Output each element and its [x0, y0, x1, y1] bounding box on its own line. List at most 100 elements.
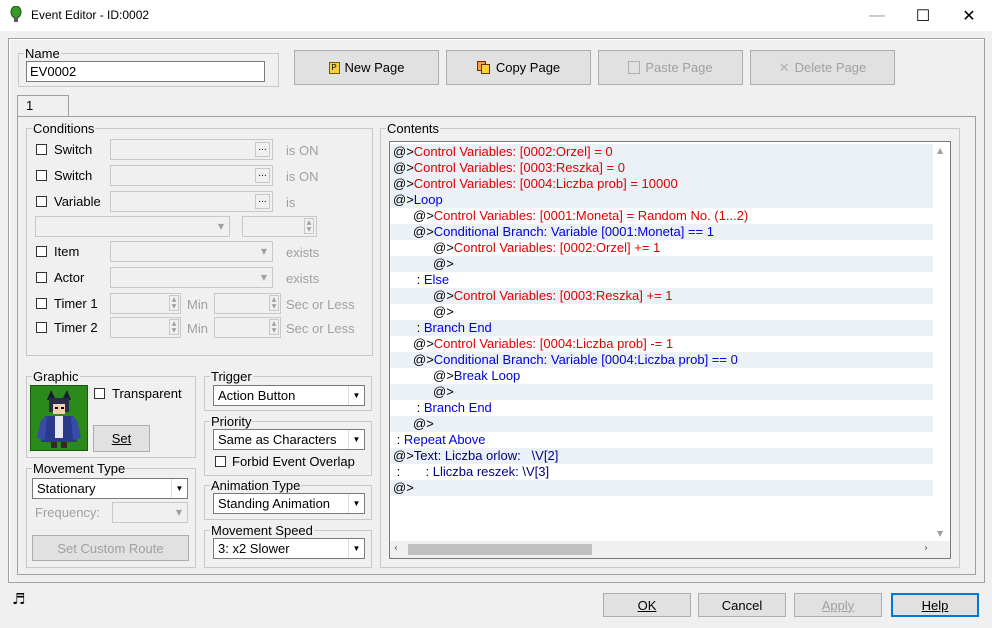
paste-page-icon [628, 61, 641, 74]
spinner-arrows-icon: ▲ ▼ [269, 319, 279, 335]
forbid-overlap-checkbox[interactable] [215, 456, 226, 467]
movement-type-select[interactable]: Stationary ▼ [32, 478, 188, 499]
command-line[interactable]: @> [433, 384, 454, 400]
trigger-select[interactable]: Action Button ▼ [213, 385, 365, 406]
timer2-sec-spinner[interactable]: ▲ ▼ [214, 317, 281, 338]
horizontal-scrollbar[interactable]: ‹ › [390, 541, 950, 558]
command-prefix: @> [413, 224, 434, 239]
command-line[interactable]: @>Control Variables: [0002:Orzel] = 0 [393, 144, 613, 160]
paste-page-label: Paste Page [645, 60, 713, 75]
command-line[interactable]: @>Control Variables: [0001:Moneta] = Ran… [413, 208, 748, 224]
chevron-down-icon: ▼ [175, 508, 183, 517]
movement-speed-select[interactable]: 3: x2 Slower ▼ [213, 538, 365, 559]
command-line[interactable]: @>Text: Liczba orlow: \V[2] [393, 448, 558, 464]
command-line[interactable]: @> [393, 480, 414, 496]
command-line[interactable]: : : Lliczba reszek: \V[3] [393, 464, 549, 480]
switch1-field[interactable]: ... [110, 139, 273, 160]
copy-page-button[interactable]: Copy Page [446, 50, 591, 85]
variable-checkbox[interactable] [36, 196, 47, 207]
item-select[interactable]: ▼ [110, 241, 273, 262]
variable-operator-select[interactable]: ▼ [35, 216, 230, 237]
window-title: Event Editor - ID:0002 [31, 8, 150, 22]
command-line[interactable]: : Else [413, 272, 450, 288]
frequency-select[interactable]: ▼ [112, 502, 188, 523]
set-graphic-button[interactable]: Set [93, 425, 150, 452]
variable-browse-button[interactable]: ... [255, 194, 270, 209]
tab-page-1[interactable]: 1 [17, 95, 69, 117]
priority-select[interactable]: Same as Characters ▼ [213, 429, 365, 450]
minimize-button[interactable]: — [854, 0, 900, 31]
timer1-checkbox[interactable] [36, 298, 47, 309]
command-line[interactable]: @> [433, 256, 454, 272]
command-line[interactable]: : Branch End [413, 400, 492, 416]
title-bar: Event Editor - ID:0002 — ☐ ✕ [0, 0, 992, 31]
command-line[interactable]: @>Conditional Branch: Variable [0001:Mon… [413, 224, 714, 240]
command-line[interactable]: @>Control Variables: [0003:Reszka] += 1 [433, 288, 673, 304]
event-command-list[interactable]: @>Control Variables: [0002:Orzel] = 0 @>C… [389, 141, 951, 559]
transparent-checkbox[interactable] [94, 388, 105, 399]
switch2-checkbox[interactable] [36, 170, 47, 181]
command-prefix: @> [433, 240, 454, 255]
command-line[interactable]: @> [433, 304, 454, 320]
command-line[interactable]: @>Conditional Branch: Variable [0004:Lic… [413, 352, 738, 368]
switch2-browse-button[interactable]: ... [255, 168, 270, 183]
apply-button[interactable]: Apply [794, 593, 882, 617]
timer2-checkbox[interactable] [36, 322, 47, 333]
timer2-min-spinner[interactable]: ▲ ▼ [110, 317, 181, 338]
timer2-sec-label: Sec or Less [286, 321, 355, 336]
command-line[interactable]: @>Control Variables: [0004:Liczba prob] … [393, 176, 678, 192]
command-prefix: @> [433, 304, 454, 319]
animation-type-select[interactable]: Standing Animation ▼ [213, 493, 365, 514]
command-line[interactable]: @> [413, 416, 434, 432]
name-label: Name [24, 46, 61, 61]
command-text: Control Variables: [0003:Reszka] += 1 [453, 288, 673, 303]
item-checkbox[interactable] [36, 246, 47, 257]
variable-value-spinner[interactable]: ▲ ▼ [242, 216, 317, 237]
command-text: Break Loop [453, 368, 521, 383]
paste-page-button[interactable]: Paste Page [598, 50, 743, 85]
scroll-left-icon: ‹ [394, 543, 398, 554]
horizontal-scroll-thumb[interactable] [408, 544, 592, 555]
close-button[interactable]: ✕ [946, 0, 992, 31]
cancel-button[interactable]: Cancel [698, 593, 786, 617]
timer1-min-label: Min [187, 297, 208, 312]
delete-page-button[interactable]: ✕ Delete Page [750, 50, 895, 85]
movement-speed-label: Movement Speed [210, 523, 314, 538]
command-line[interactable]: : Repeat Above [393, 432, 486, 448]
set-custom-route-button[interactable]: Set Custom Route [32, 535, 189, 561]
priority-label: Priority [210, 414, 253, 429]
new-page-button[interactable]: P New Page [294, 50, 439, 85]
character-sprite[interactable] [30, 385, 88, 451]
name-input[interactable] [26, 61, 265, 82]
switch1-label: Switch [54, 142, 93, 157]
switch1-checkbox[interactable] [36, 144, 47, 155]
music-note-icon[interactable]: ♬ [12, 590, 30, 608]
actor-checkbox[interactable] [36, 272, 47, 283]
command-line[interactable]: @>Loop [393, 192, 443, 208]
actor-select[interactable]: ▼ [110, 267, 273, 288]
command-prefix: : [413, 272, 424, 287]
switch1-browse-button[interactable]: ... [255, 142, 270, 157]
timer1-min-spinner[interactable]: ▲ ▼ [110, 293, 181, 314]
switch2-suffix: is ON [286, 169, 319, 184]
vertical-scrollbar[interactable]: ▲ ▼ [933, 142, 950, 542]
command-text: Control Variables: [0003:Reszka] = 0 [413, 160, 625, 175]
spinner-arrows-icon: ▲ ▼ [169, 295, 179, 311]
command-text: Text: Liczba orlow: \V[2] [413, 448, 559, 463]
movement-type-value: Stationary [37, 481, 96, 496]
maximize-button[interactable]: ☐ [900, 0, 946, 31]
command-line[interactable]: : Branch End [413, 320, 492, 336]
command-line[interactable]: @>Control Variables: [0002:Orzel] += 1 [433, 240, 660, 256]
command-prefix: @> [413, 416, 434, 431]
command-line[interactable]: @>Control Variables: [0004:Liczba prob] … [413, 336, 673, 352]
command-line[interactable]: @>Break Loop [433, 368, 520, 384]
item-label: Item [54, 244, 80, 259]
switch2-field[interactable]: ... [110, 165, 273, 186]
command-row-highlight [390, 480, 934, 496]
command-text: Branch End [423, 320, 492, 335]
variable-field[interactable]: ... [110, 191, 273, 212]
timer1-sec-spinner[interactable]: ▲ ▼ [214, 293, 281, 314]
help-button[interactable]: Help [891, 593, 979, 617]
ok-button[interactable]: OK [603, 593, 691, 617]
command-line[interactable]: @>Control Variables: [0003:Reszka] = 0 [393, 160, 625, 176]
